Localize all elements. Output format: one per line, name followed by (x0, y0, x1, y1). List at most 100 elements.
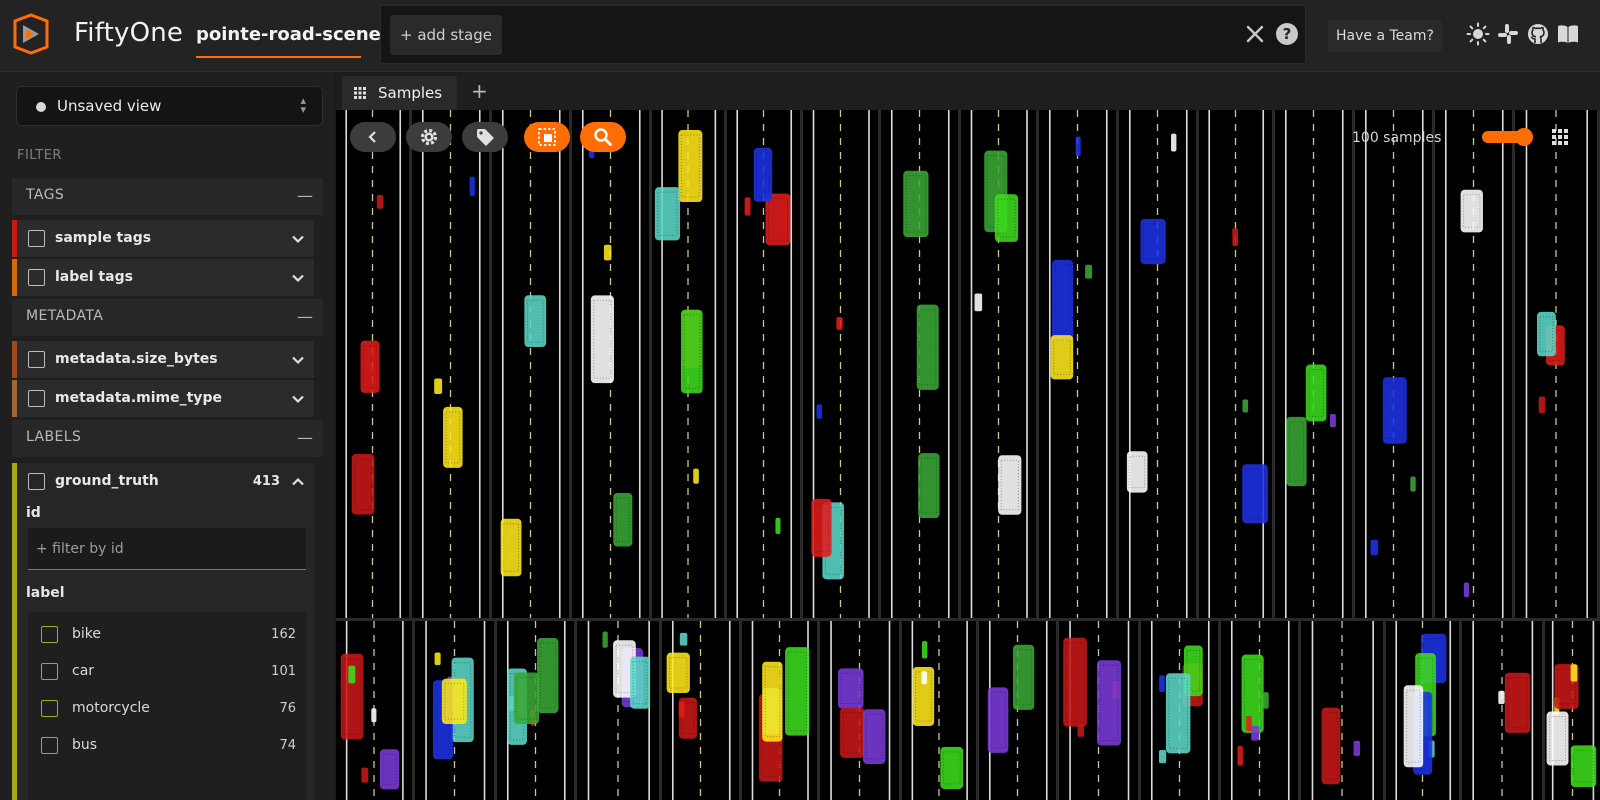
sample-thumbnail[interactable] (902, 621, 976, 800)
zoom-slider-handle[interactable] (1515, 128, 1533, 146)
sample-thumbnail[interactable] (492, 110, 569, 618)
road-scene-render (751, 621, 810, 800)
sample-thumbnail[interactable] (820, 621, 899, 800)
sample-thumbnail[interactable] (1435, 110, 1512, 618)
sample-thumbnail[interactable] (1199, 110, 1272, 618)
sample-thumbnail[interactable] (1039, 110, 1116, 618)
ground-truth-panel: ground_truth 413 id label bike 162 car 1… (12, 463, 314, 800)
sample-thumbnail[interactable] (415, 621, 494, 800)
label-option-car[interactable]: car 101 (28, 653, 306, 690)
collapse-minus-icon[interactable]: — (297, 428, 313, 447)
collapse-minus-icon[interactable]: — (297, 307, 313, 326)
bike-point-cloud (1370, 539, 1379, 556)
bike-point-cloud (1232, 228, 1239, 246)
sample-thumbnail[interactable] (1221, 621, 1298, 800)
sample-thumbnail[interactable] (1141, 621, 1218, 800)
view-bar[interactable]: + add stage ? (380, 5, 1306, 64)
field-row-label-tags[interactable]: label tags (12, 259, 314, 296)
app-title: FiftyOne (74, 18, 184, 48)
sample-thumbnail[interactable] (1462, 621, 1542, 800)
sample-thumbnail[interactable] (497, 621, 574, 800)
sample-thumbnail[interactable] (1386, 621, 1459, 800)
tags-group-header[interactable]: TAGS — (12, 178, 323, 215)
sample-thumbnail[interactable] (572, 110, 649, 618)
vehicle-point-cloud (654, 187, 681, 241)
patches-button[interactable] (524, 122, 570, 152)
have-a-team-button[interactable]: Have a Team? (1328, 20, 1442, 52)
label-checkbox[interactable] (41, 663, 58, 680)
github-icon[interactable] (1526, 22, 1550, 46)
field-row-size-bytes[interactable]: metadata.size_bytes (12, 341, 314, 378)
bike-point-cloud (1158, 749, 1167, 764)
road-scene-render (1395, 621, 1452, 800)
sample-thumbnail[interactable] (1515, 110, 1597, 618)
sample-thumbnail[interactable] (1059, 621, 1138, 800)
label-option-bike[interactable]: bike 162 (28, 616, 306, 653)
sample-thumbnail[interactable] (881, 110, 958, 618)
grid-layout-icon[interactable] (1552, 129, 1568, 145)
road-scene-render (890, 110, 950, 618)
bike-point-cloud (361, 767, 369, 783)
slack-icon[interactable] (1496, 22, 1520, 46)
sample-thumbnail[interactable] (1301, 621, 1383, 800)
sample-thumbnail[interactable] (652, 110, 724, 618)
chevron-down-icon[interactable] (290, 391, 306, 407)
sample-thumbnail[interactable] (1355, 110, 1432, 618)
book-icon[interactable] (1556, 22, 1580, 46)
brightness-icon[interactable] (1466, 22, 1490, 46)
add-stage-button[interactable]: + add stage (390, 15, 502, 55)
sample-thumbnail[interactable] (412, 110, 489, 618)
field-row-mime-type[interactable]: metadata.mime_type (12, 380, 314, 417)
ground-truth-checkbox[interactable] (28, 473, 45, 490)
chevron-down-icon[interactable] (290, 231, 306, 247)
label-name: car (72, 663, 95, 679)
fiftyone-logo-icon[interactable] (12, 13, 50, 55)
label-checkbox[interactable] (41, 700, 58, 717)
label-checkbox[interactable] (41, 737, 58, 754)
sample-thumbnail[interactable] (742, 621, 817, 800)
bike-point-cloud (1353, 740, 1361, 757)
ground-truth-label[interactable]: ground_truth (55, 473, 159, 489)
settings-button[interactable] (406, 122, 452, 152)
sample-thumbnail[interactable] (961, 110, 1036, 618)
similarity-search-button[interactable] (580, 122, 626, 152)
chevron-down-icon[interactable] (290, 270, 306, 286)
sample-tags-checkbox[interactable] (28, 230, 45, 247)
add-panel-button[interactable]: + (471, 79, 488, 103)
labels-group-header[interactable]: LABELS — (12, 420, 323, 457)
filter-by-id-input[interactable] (28, 528, 306, 570)
collapse-minus-icon[interactable]: — (297, 186, 313, 205)
label-tags-checkbox[interactable] (28, 269, 45, 286)
metadata-group-header[interactable]: METADATA — (12, 299, 323, 336)
back-button[interactable] (350, 122, 396, 152)
zoom-slider[interactable] (1482, 128, 1533, 146)
sample-thumbnail[interactable] (979, 621, 1056, 800)
sample-thumbnail[interactable] (727, 110, 800, 618)
sample-thumbnail[interactable] (577, 621, 659, 800)
label-option-motorcycle[interactable]: motorcycle 76 (28, 690, 306, 727)
help-icon[interactable]: ? (1276, 23, 1298, 45)
tag-button[interactable] (462, 122, 508, 152)
dataset-selector[interactable]: pointe-road-scenes (196, 24, 392, 45)
sample-thumbnail[interactable] (336, 621, 412, 800)
sample-thumbnail[interactable] (1545, 621, 1600, 800)
chevron-up-icon[interactable] (290, 474, 306, 490)
chevron-down-icon[interactable] (290, 352, 306, 368)
label-checkbox[interactable] (41, 626, 58, 643)
bike-point-cloud (371, 708, 377, 723)
sample-thumbnail[interactable] (803, 110, 878, 618)
mime-type-checkbox[interactable] (28, 390, 45, 407)
vehicle-point-cloud (1052, 259, 1074, 342)
panel-tab-strip: Samples + (336, 73, 1600, 110)
close-icon[interactable] (1241, 20, 1269, 48)
road-scene-render (340, 621, 404, 800)
saved-view-selector[interactable]: Unsaved view ▴ ▾ (16, 86, 323, 126)
size-bytes-checkbox[interactable] (28, 351, 45, 368)
tab-samples[interactable]: Samples (342, 76, 457, 110)
label-option-bus[interactable]: bus 74 (28, 727, 306, 764)
sample-thumbnail[interactable] (662, 621, 739, 800)
sample-thumbnail[interactable] (1119, 110, 1196, 618)
field-row-sample-tags[interactable]: sample tags (12, 220, 314, 257)
sample-thumbnail[interactable] (336, 110, 409, 618)
sample-thumbnail[interactable] (1275, 110, 1352, 618)
